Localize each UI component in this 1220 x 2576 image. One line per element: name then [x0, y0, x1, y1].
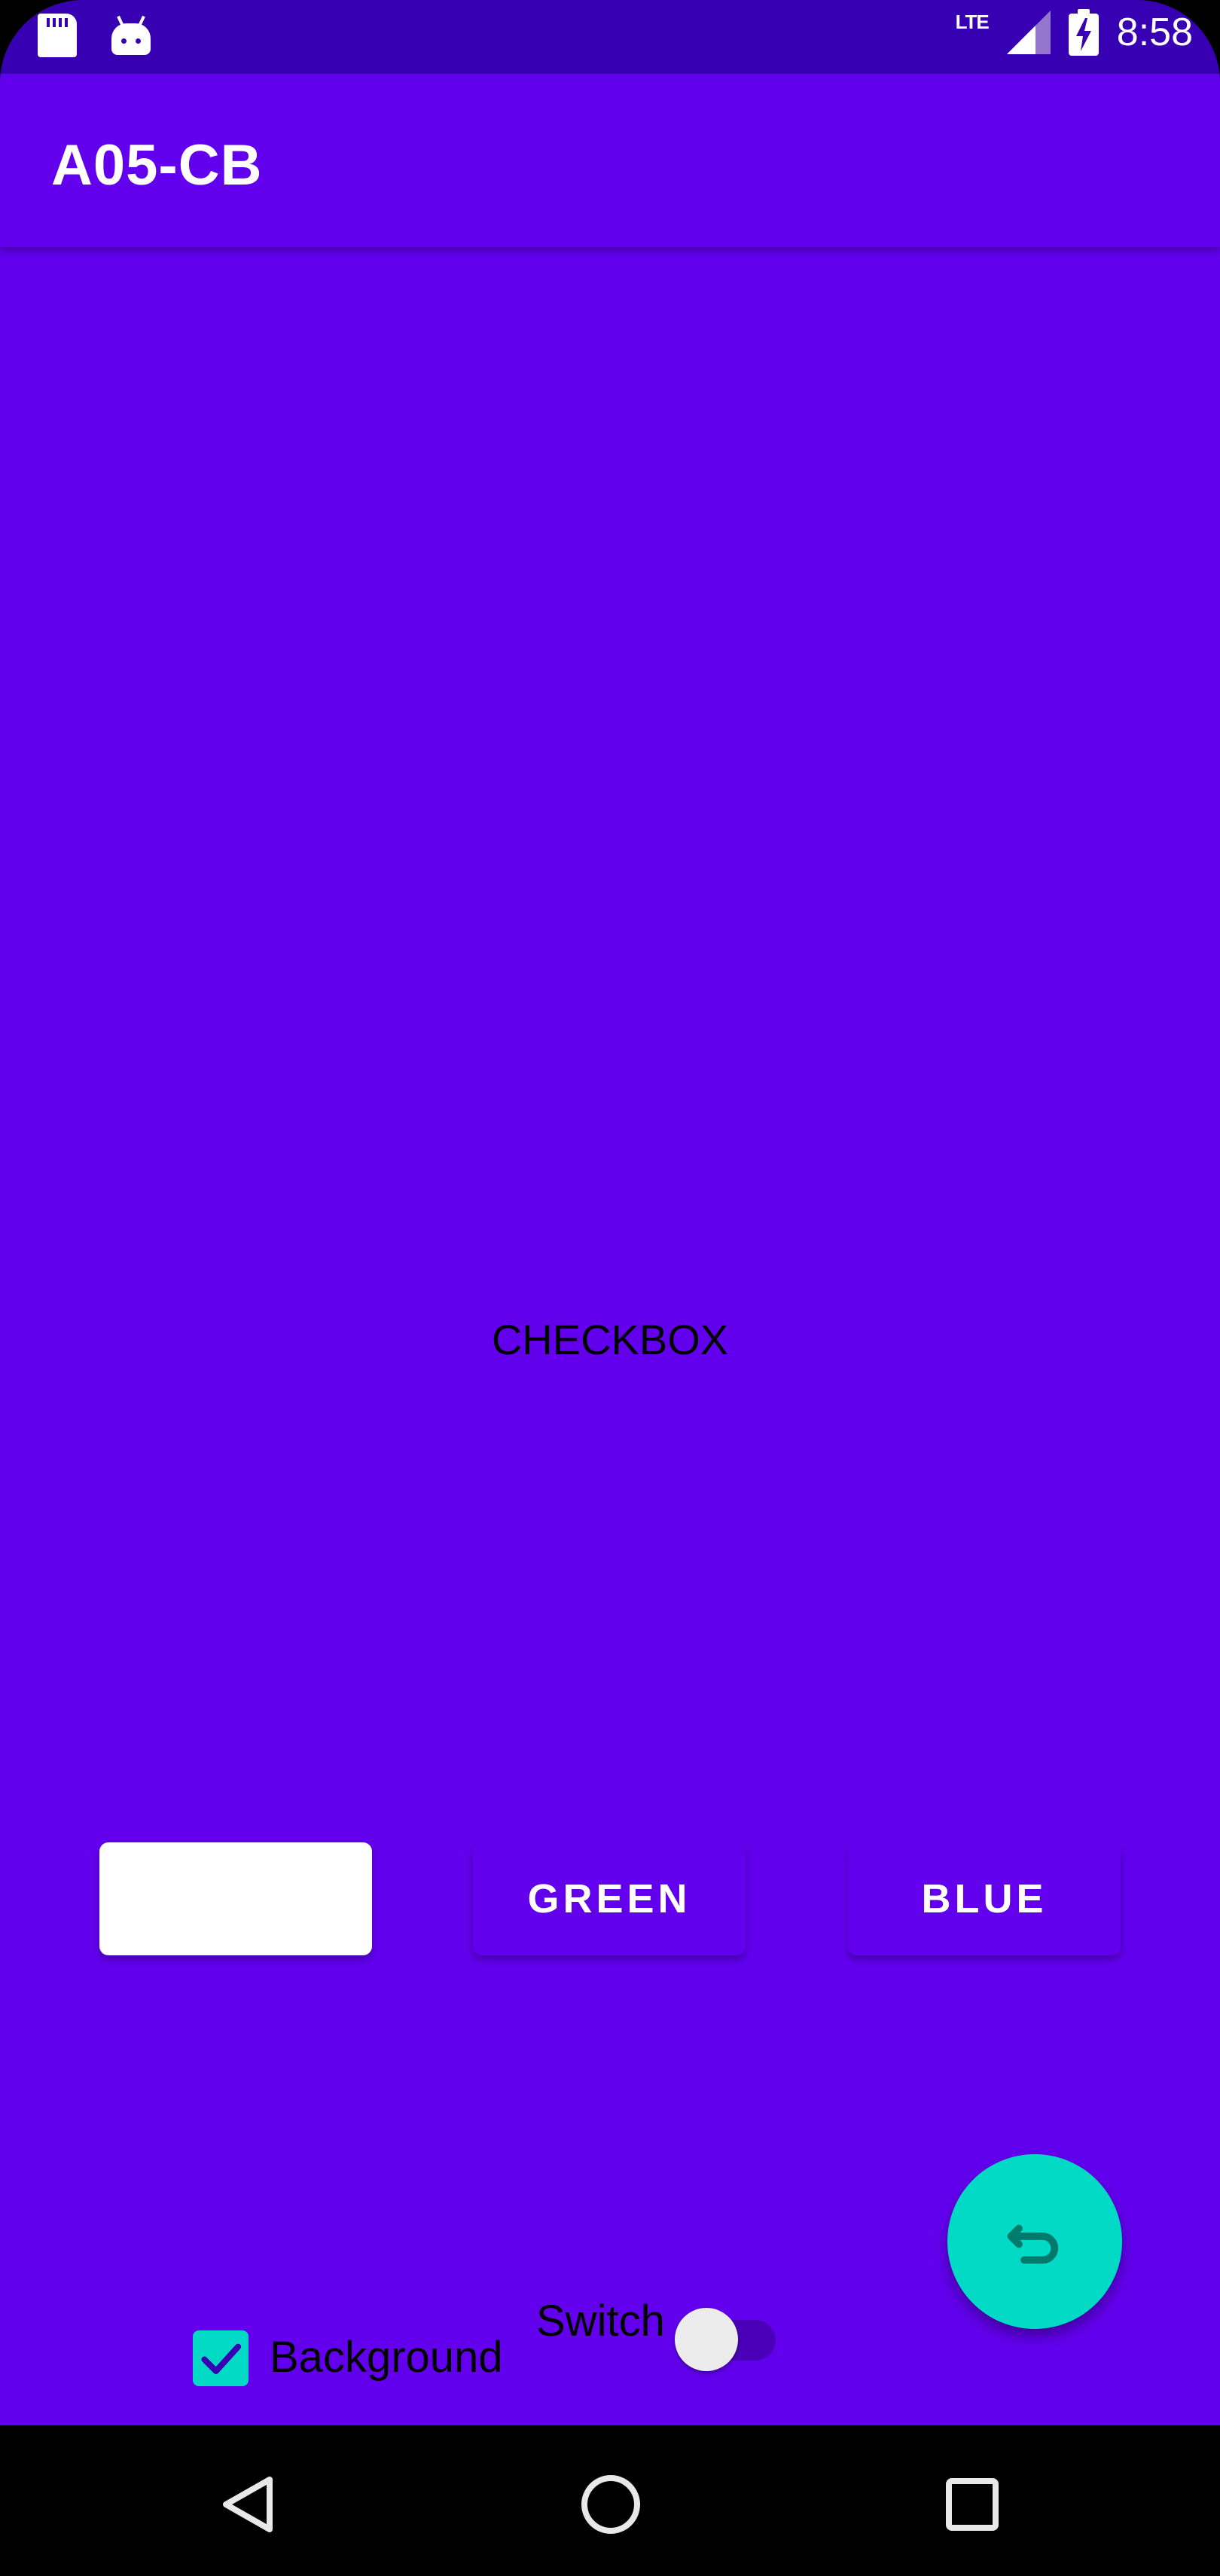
home-icon[interactable]: [577, 2471, 645, 2538]
android-debug-icon: [111, 15, 151, 55]
undo-fab-button[interactable]: [947, 2154, 1122, 2329]
background-checkbox-label[interactable]: Background: [270, 2332, 503, 2382]
green-button[interactable]: GREEN: [473, 1842, 746, 1955]
phone-screen: LTE 8:58 A05-CB CHECKBOX GREEN BLUE Swit…: [0, 0, 1220, 2576]
white-button[interactable]: [99, 1842, 372, 1955]
status-clock: 8:58: [1116, 11, 1193, 54]
switch-label: Switch: [536, 2297, 665, 2346]
back-icon[interactable]: [215, 2471, 283, 2538]
recents-icon[interactable]: [938, 2471, 1006, 2538]
main-content: CHECKBOX GREEN BLUE Switch Background: [0, 247, 1220, 2425]
status-bar: LTE 8:58: [0, 0, 1220, 74]
app-bar: A05-CB: [0, 74, 1220, 247]
network-type-label: LTE: [955, 10, 990, 33]
checkmark-icon: [201, 2343, 242, 2374]
checkbox-status-label: CHECKBOX: [491, 1316, 729, 1363]
battery-charging-icon: [1068, 9, 1099, 56]
sd-card-icon: [38, 14, 77, 57]
background-checkbox[interactable]: [193, 2330, 249, 2386]
navigation-bar: [0, 2425, 1220, 2576]
blue-button[interactable]: BLUE: [848, 1842, 1121, 1955]
app-title: A05-CB: [51, 133, 263, 197]
switch-thumb[interactable]: [675, 2308, 738, 2371]
undo-icon: [1007, 2224, 1059, 2264]
signal-icon: [1006, 11, 1051, 54]
